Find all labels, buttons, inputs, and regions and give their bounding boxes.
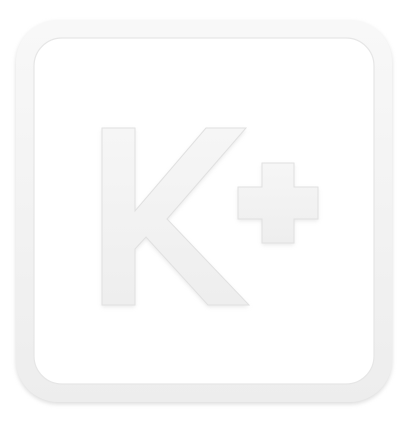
k-plus-logo-icon	[16, 20, 392, 404]
logo-inner-panel	[33, 37, 375, 385]
logo-canvas	[0, 0, 408, 429]
